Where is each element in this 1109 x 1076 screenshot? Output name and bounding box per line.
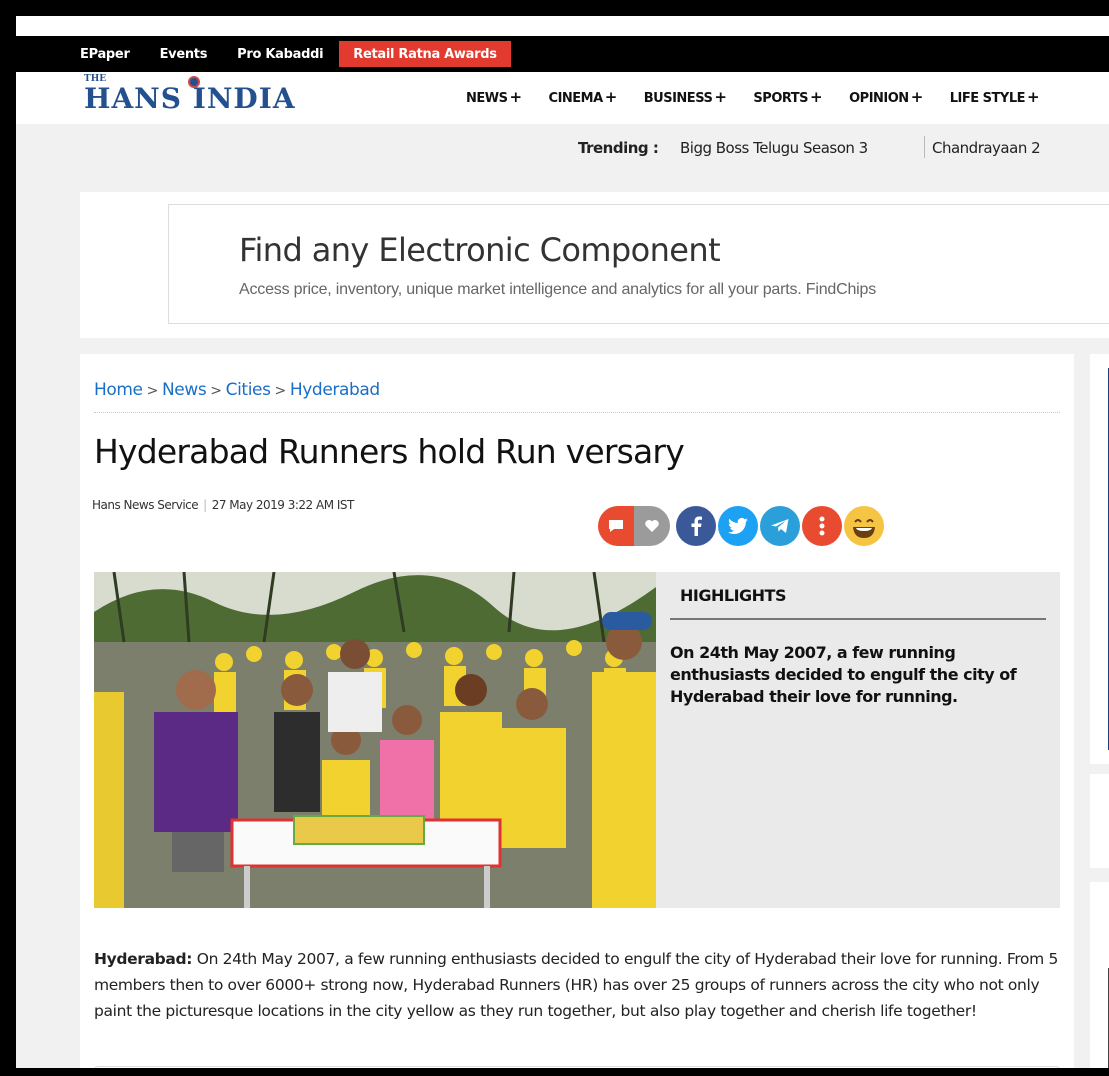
article-body: Hyderabad: On 24th May 2007, a few runni… [94, 946, 1060, 1024]
nav-lifestyle[interactable]: LIFE STYLE + [949, 88, 1040, 106]
breadcrumb: Home > News > Cities > Hyderabad [94, 380, 380, 400]
highlights-divider [670, 618, 1046, 620]
trending-item-bigg-boss[interactable]: Bigg Boss Telugu Season 3 [680, 139, 868, 157]
comment-icon[interactable] [598, 506, 634, 546]
runners-celebration-photo [94, 572, 656, 908]
byline-divider: | [203, 498, 207, 512]
breadcrumb-home[interactable]: Home [94, 380, 143, 400]
events-link[interactable]: Events [160, 47, 208, 62]
nav-lifestyle-plus-icon[interactable]: + [1027, 88, 1040, 106]
nav-cinema[interactable]: CINEMA + [548, 88, 618, 106]
highlights-box: HIGHLIGHTS On 24th May 2007, a few runni… [656, 572, 1060, 908]
article-card: Home > News > Cities > Hyderabad Hyderabad Run… [80, 354, 1074, 1068]
nav-business-label: BUSINESS [643, 91, 713, 106]
nav-lifestyle-label: LIFE STYLE [949, 91, 1026, 106]
nav-business-plus-icon[interactable]: + [714, 88, 727, 106]
retail-ratna-awards-link[interactable]: Retail Ratna Awards [339, 41, 511, 67]
twitter-icon[interactable] [718, 506, 758, 546]
nav-news[interactable]: NEWS + [466, 88, 522, 106]
nav-opinion-label: OPINION [849, 91, 909, 106]
site-header: THE HANS INDIA NEWS + CINEMA + BUSINESS + S… [16, 72, 1109, 124]
trending-bar: Trending : Bigg Boss Telugu Season 3 Cha… [16, 124, 1109, 172]
nav-news-plus-icon[interactable]: + [509, 88, 522, 106]
nav-sports[interactable]: SPORTS + [753, 88, 822, 106]
highlights-text: On 24th May 2007, a few running enthusia… [670, 643, 1017, 706]
article-photo[interactable] [94, 572, 656, 908]
article-dateline: Hyderabad: [94, 950, 193, 968]
nav-opinion[interactable]: OPINION + [849, 88, 923, 106]
logo-globe-icon [188, 76, 200, 88]
site-logo[interactable]: THE HANS INDIA [84, 74, 296, 114]
breadcrumb-news[interactable]: News [162, 380, 207, 400]
emoji-icon[interactable] [844, 506, 884, 546]
heart-icon[interactable] [634, 506, 670, 546]
page: EPaper Events Pro Kabaddi Retail Ratna A… [16, 16, 1109, 1068]
top-bar: EPaper Events Pro Kabaddi Retail Ratna A… [16, 36, 1109, 72]
sidebar-widget-bottom [1090, 882, 1109, 1068]
ad-banner-wrapper: Find any Electronic Component Access pri… [80, 192, 1109, 338]
pro-kabaddi-link[interactable]: Pro Kabaddi [237, 47, 323, 62]
nav-cinema-label: CINEMA [548, 91, 604, 106]
trending-divider [924, 136, 925, 158]
nav-cinema-plus-icon[interactable]: + [605, 88, 618, 106]
sidebar-widget [1090, 774, 1109, 868]
breadcrumb-cities[interactable]: Cities [226, 380, 271, 400]
article-author[interactable]: Hans News Service [92, 498, 199, 512]
ad-heading[interactable]: Find any Electronic Component [239, 231, 721, 269]
nav-sports-label: SPORTS [753, 91, 809, 106]
main-nav: NEWS + CINEMA + BUSINESS + SPORTS + OPINION +… [466, 88, 1066, 106]
nav-sports-plus-icon[interactable]: + [810, 88, 823, 106]
ad-banner[interactable]: Find any Electronic Component Access pri… [168, 204, 1109, 324]
trending-label: Trending : [578, 139, 659, 157]
sidebar-ad-top[interactable] [1090, 354, 1109, 764]
ad-subtext[interactable]: Access price, inventory, unique market i… [239, 281, 876, 299]
telegram-icon[interactable] [760, 506, 800, 546]
facebook-icon[interactable] [676, 506, 716, 546]
share-bar [598, 506, 886, 546]
next-content-box [94, 1066, 1060, 1068]
top-strip [16, 16, 1109, 36]
nav-business[interactable]: BUSINESS + [644, 88, 727, 106]
trending-item-chandrayaan[interactable]: Chandrayaan 2 [932, 139, 1041, 157]
article-title: Hyderabad Runners hold Run versary [94, 432, 685, 471]
breadcrumb-separator: > [210, 383, 222, 399]
breadcrumb-separator: > [274, 383, 287, 399]
breadcrumb-divider [94, 412, 1060, 413]
article-body-text: On 24th May 2007, a few running enthusia… [94, 950, 1058, 1020]
more-icon[interactable] [802, 506, 842, 546]
article-byline: Hans News Service | 27 May 2019 3:22 AM IS… [92, 498, 354, 512]
nav-news-label: NEWS [466, 91, 508, 106]
nav-opinion-plus-icon[interactable]: + [911, 88, 924, 106]
highlights-heading: HIGHLIGHTS [680, 586, 786, 605]
breadcrumb-hyderabad[interactable]: Hyderabad [290, 380, 380, 400]
epaper-link[interactable]: EPaper [80, 47, 130, 62]
breadcrumb-separator: > [146, 383, 159, 399]
article-date: 27 May 2019 3:22 AM IST [211, 498, 355, 512]
